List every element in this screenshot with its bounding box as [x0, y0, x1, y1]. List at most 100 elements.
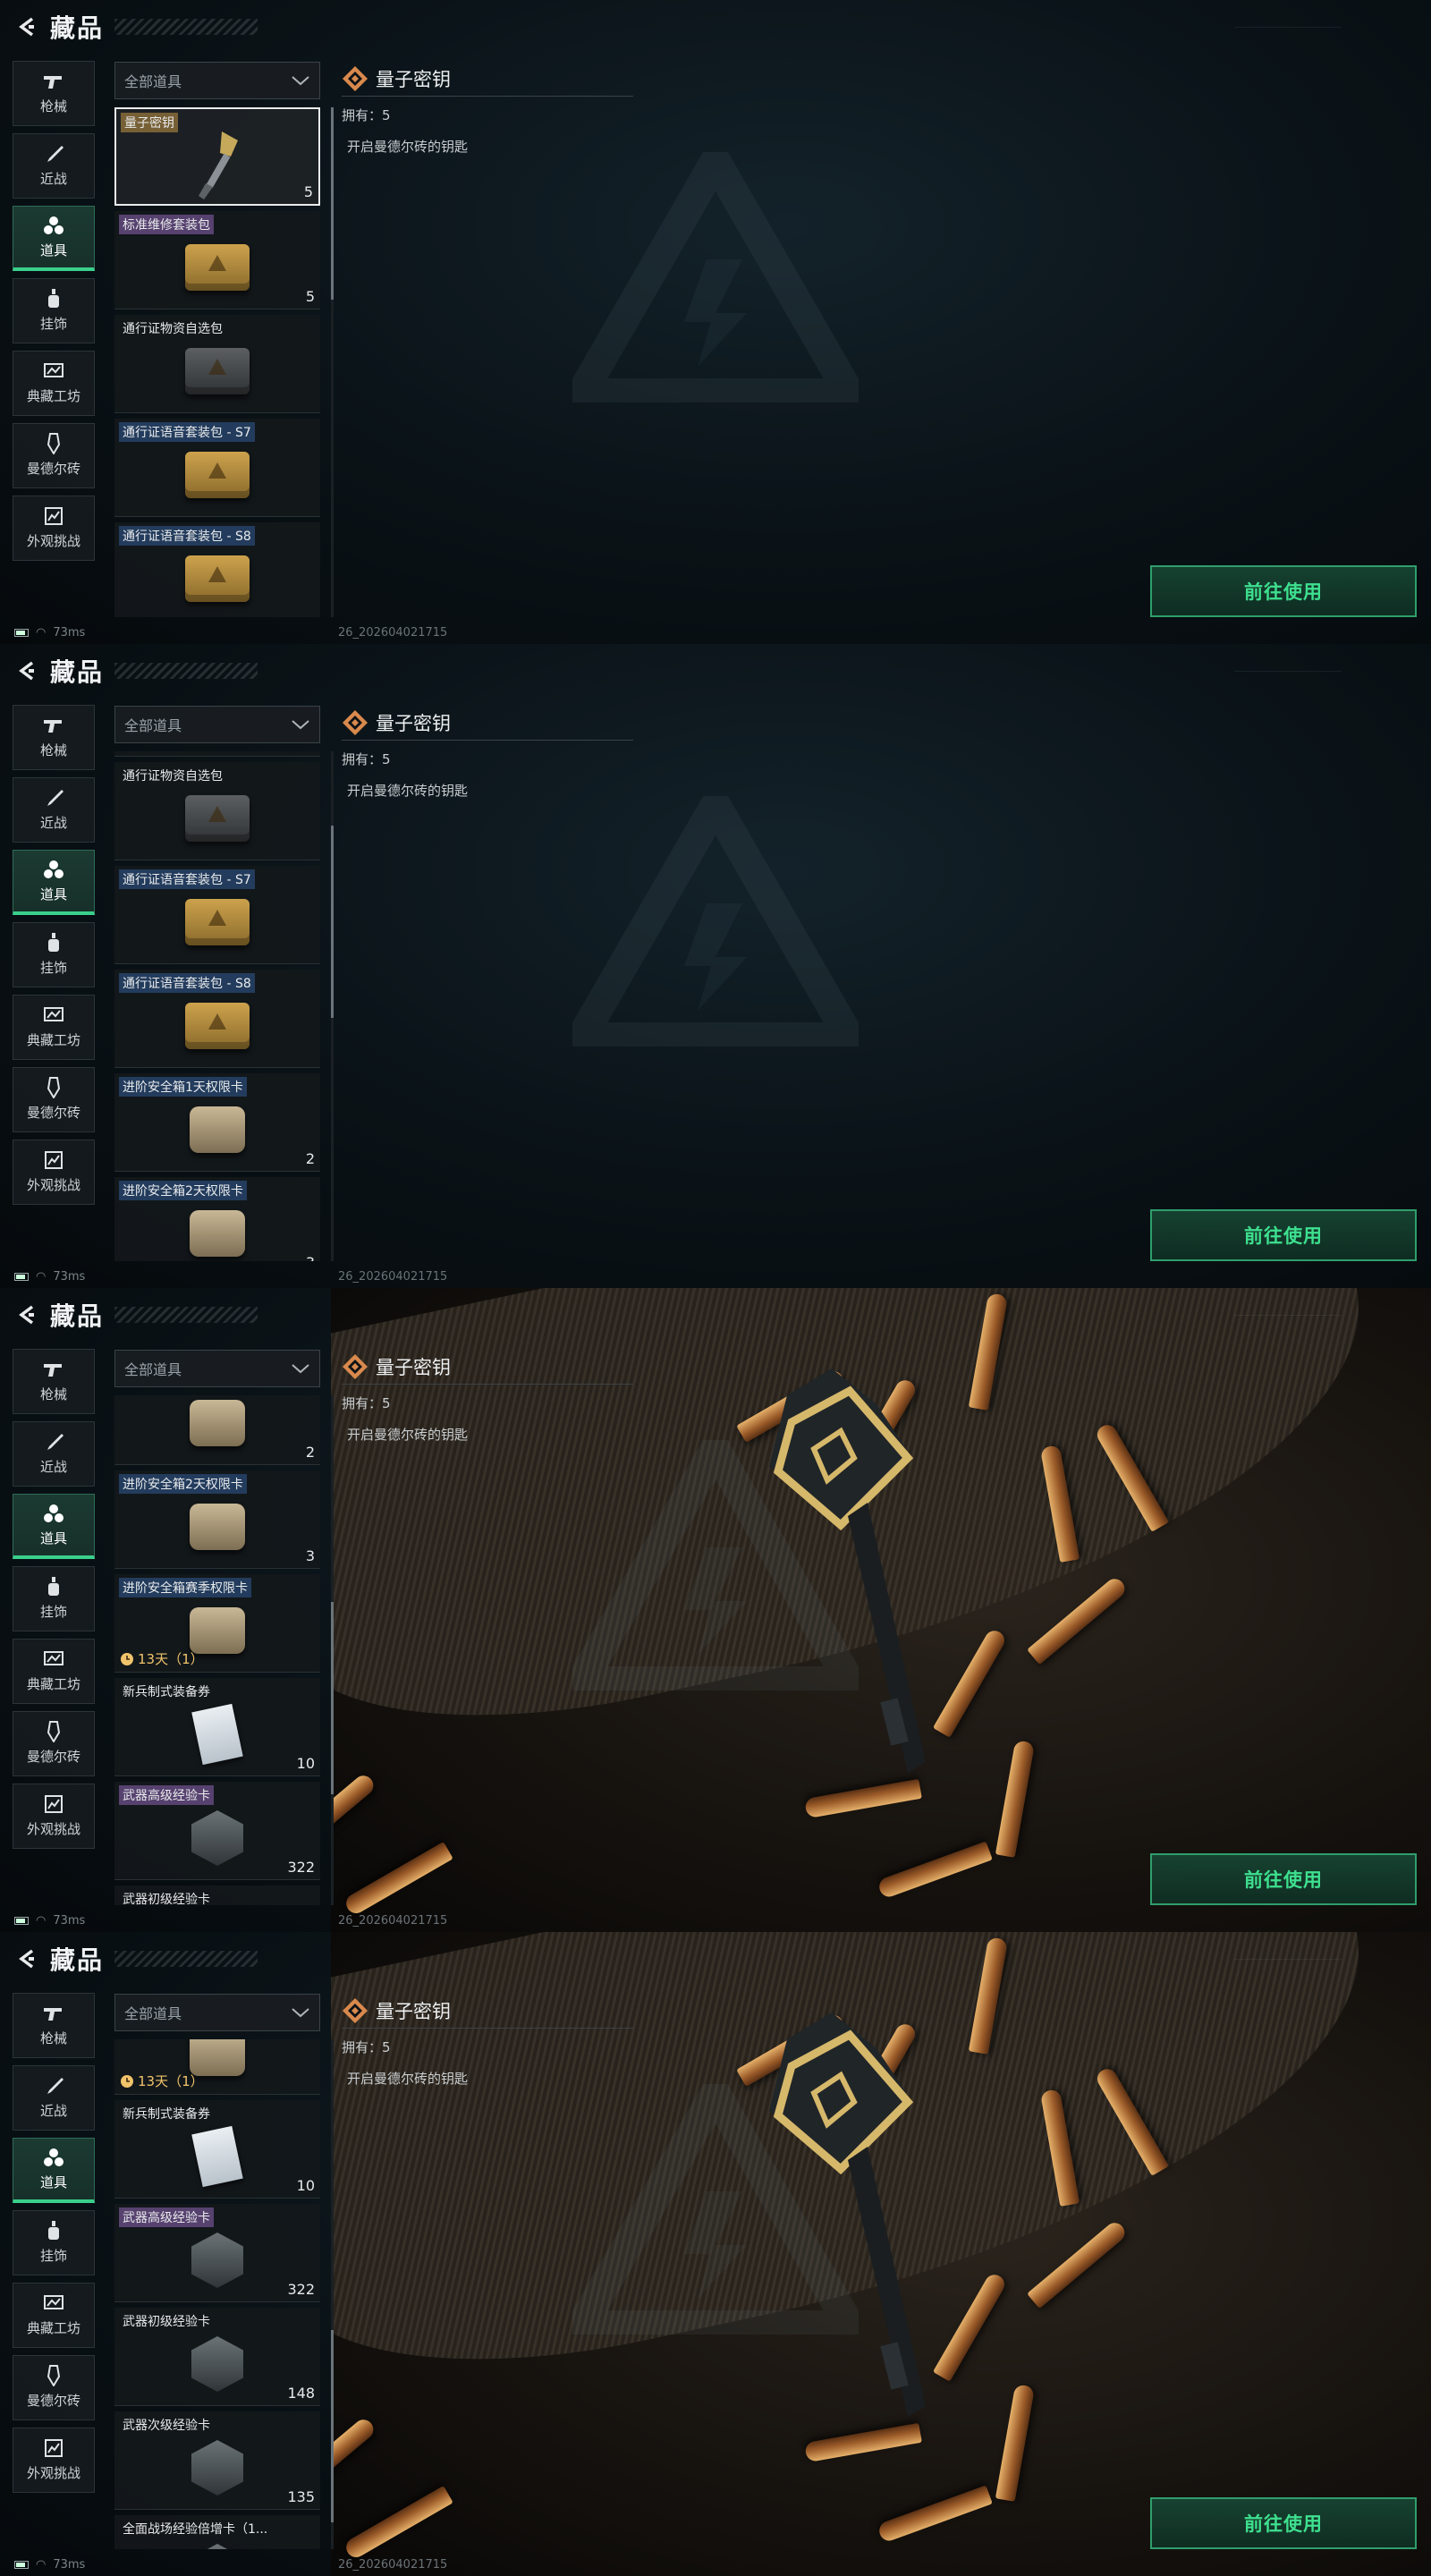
item-filter-dropdown[interactable]: 全部道具	[114, 1350, 320, 1387]
item-card[interactable]: 新兵制式装备券 10	[114, 2100, 320, 2199]
go-use-button[interactable]: 前往使用	[1150, 1209, 1417, 1261]
item-card[interactable]: 通行证语音套装包 - S7	[114, 866, 320, 964]
item-filter-dropdown[interactable]: 全部道具	[114, 706, 320, 743]
go-use-button[interactable]: 前往使用	[1150, 2497, 1417, 2549]
nav-item-challenge[interactable]: 外观挑战	[13, 1140, 95, 1205]
nav-item-knife[interactable]: 近战	[13, 1421, 95, 1487]
nav-item-props[interactable]: 道具	[13, 1494, 95, 1559]
workshop-icon	[42, 1649, 65, 1669]
nav-item-challenge[interactable]: 外观挑战	[13, 1784, 95, 1849]
nav-item-knife[interactable]: 近战	[13, 2065, 95, 2131]
nav-item-workshop[interactable]: 典藏工坊	[13, 1639, 95, 1704]
item-filter-dropdown[interactable]: 全部道具	[114, 1994, 320, 2031]
bullet-decoration	[1027, 1574, 1129, 1665]
nav-item-workshop[interactable]: 典藏工坊	[13, 995, 95, 1060]
item-card[interactable]: 标准维修套装包5	[114, 751, 320, 757]
item-card[interactable]: 进阶安全箱1天权限卡2	[114, 1073, 320, 1172]
owned-count: 拥有：5	[342, 2039, 391, 2055]
item-card[interactable]: 通行证语音套装包 - S7	[114, 419, 320, 517]
item-card[interactable]: 武器初级经验卡148	[114, 2308, 320, 2406]
item-card[interactable]: 进阶安全箱2天权限卡 3	[114, 1470, 320, 1569]
item-card[interactable]: 全面战场经验倍增卡（1...	[114, 2515, 320, 2549]
item-card[interactable]: 武器高级经验卡 322	[114, 1782, 320, 1880]
item-card[interactable]: 通行证语音套装包 - S8	[114, 970, 320, 1068]
item-list-scrollbar[interactable]	[331, 1395, 334, 1905]
bullet-decoration	[1027, 2218, 1129, 2309]
back-button[interactable]	[14, 1946, 39, 1971]
nav-item-knife[interactable]: 近战	[13, 777, 95, 843]
item-card-count: 322	[287, 2281, 315, 2298]
item-card[interactable]: 武器初级经验卡148	[114, 1885, 320, 1905]
nav-item-gun[interactable]: 枪械	[13, 61, 95, 126]
nav-item-brick[interactable]: 曼德尔砖	[13, 1711, 95, 1776]
nav-item-workshop[interactable]: 典藏工坊	[13, 2283, 95, 2348]
nav-item-label: 曼德尔砖	[26, 1749, 80, 1765]
nav-item-props[interactable]: 道具	[13, 206, 95, 271]
nav-item-brick[interactable]: 曼德尔砖	[13, 423, 95, 488]
page-title: 藏品	[50, 1945, 105, 1975]
item-card[interactable]: 进阶安全箱赛季权限卡13天（1）	[114, 1574, 320, 1673]
nav-item-workshop[interactable]: 典藏工坊	[13, 351, 95, 416]
nav-item-label: 道具	[39, 2174, 67, 2190]
item-description: 开启曼德尔砖的钥匙	[347, 783, 469, 799]
back-button[interactable]	[14, 658, 39, 683]
filter-label: 全部道具	[124, 2005, 182, 2022]
item-card[interactable]: 进阶安全箱赛季权限卡13天（1）	[114, 2039, 320, 2095]
item-card[interactable]: 武器高级经验卡 322	[114, 2204, 320, 2302]
item-list-scrollbar[interactable]	[331, 751, 334, 1261]
item-list[interactable]: 量子密钥 5 标准维修套装包 5 通行证物资自选包 通行证语音套装包 - S7 通行证语音套…	[114, 107, 326, 617]
item-list[interactable]: 进阶安全箱赛季权限卡13天（1） 新兵制式装备券 10 武器高级经验卡 322 武器初级经…	[114, 2039, 326, 2549]
item-card[interactable]: 通行证物资自选包	[114, 315, 320, 413]
nav-item-charm[interactable]: 挂饰	[13, 278, 95, 343]
nav-item-challenge[interactable]: 外观挑战	[13, 496, 95, 561]
item-card[interactable]: 标准维修套装包5	[114, 211, 320, 309]
scrollbar-thumb[interactable]	[331, 2330, 334, 2522]
item-card-name: 全面战场经验倍增卡（1...	[123, 2522, 268, 2537]
back-button[interactable]	[14, 14, 39, 39]
nav-item-props[interactable]: 道具	[13, 850, 95, 915]
nav-item-charm[interactable]: 挂饰	[13, 1566, 95, 1631]
rarity-diamond-icon	[343, 709, 368, 735]
scrollbar-thumb[interactable]	[331, 826, 334, 1018]
item-card[interactable]: 量子密钥 5	[114, 107, 320, 206]
go-use-button[interactable]: 前往使用	[1150, 565, 1417, 617]
scrollbar-thumb[interactable]	[331, 1602, 334, 1794]
nav-item-brick[interactable]: 曼德尔砖	[13, 1067, 95, 1132]
brick-icon	[42, 1721, 65, 1742]
item-card-count: 5	[303, 183, 313, 200]
nav-item-gun[interactable]: 枪械	[13, 1349, 95, 1414]
nav-item-label: 典藏工坊	[26, 388, 80, 404]
item-card[interactable]: 通行证语音套装包 - S8	[114, 522, 320, 617]
nav-item-charm[interactable]: 挂饰	[13, 922, 95, 987]
item-card[interactable]: 进阶安全箱2天权限卡 3	[114, 1177, 320, 1261]
go-use-button[interactable]: 前往使用	[1150, 1853, 1417, 1905]
item-list-scrollbar[interactable]	[331, 2039, 334, 2549]
supply-box-icon	[168, 542, 267, 615]
nav-item-gun[interactable]: 枪械	[13, 1993, 95, 2058]
scrollbar-thumb[interactable]	[331, 107, 334, 300]
bullet-decoration	[995, 2384, 1036, 2502]
nav-item-label: 道具	[39, 1530, 67, 1546]
item-card-name: 新兵制式装备券	[123, 2107, 210, 2122]
nav-item-challenge[interactable]: 外观挑战	[13, 2428, 95, 2493]
item-card[interactable]: 进阶安全箱1天权限卡2	[114, 1395, 320, 1465]
item-filter-dropdown[interactable]: 全部道具	[114, 62, 320, 99]
nav-item-gun[interactable]: 枪械	[13, 705, 95, 770]
item-list[interactable]: 标准维修套装包5 通行证物资自选包通行证语音套装包 - S7 通行证语音套装包 - …	[114, 751, 326, 1261]
gun-icon	[42, 72, 65, 91]
item-list[interactable]: 进阶安全箱1天权限卡2 进阶安全箱2天权限卡 3 进阶安全箱赛季权限卡 13天（1） 新兵…	[114, 1395, 326, 1905]
nav-item-brick[interactable]: 曼德尔砖	[13, 2355, 95, 2420]
item-card[interactable]: 武器次级经验卡 135	[114, 2411, 320, 2510]
nav-item-props[interactable]: 道具	[13, 2138, 95, 2203]
nav-item-charm[interactable]: 挂饰	[13, 2210, 95, 2275]
back-button[interactable]	[14, 1302, 39, 1327]
collection-screen: 藏品 枪械 近战 道具 挂饰 典藏工坊 曼德尔砖 外观挑战 全部道具 量子密钥 5 标准维修套装…	[0, 0, 1431, 644]
item-list-scrollbar[interactable]	[331, 107, 334, 617]
nav-item-knife[interactable]: 近战	[13, 133, 95, 199]
item-card[interactable]: 通行证物资自选包	[114, 762, 320, 860]
item-card-count: 2	[305, 1444, 315, 1461]
chevron-down-icon	[292, 720, 309, 730]
item-card[interactable]: 新兵制式装备券 10	[114, 1678, 320, 1776]
bullet-decoration	[343, 1841, 453, 1918]
filter-label: 全部道具	[124, 717, 182, 734]
